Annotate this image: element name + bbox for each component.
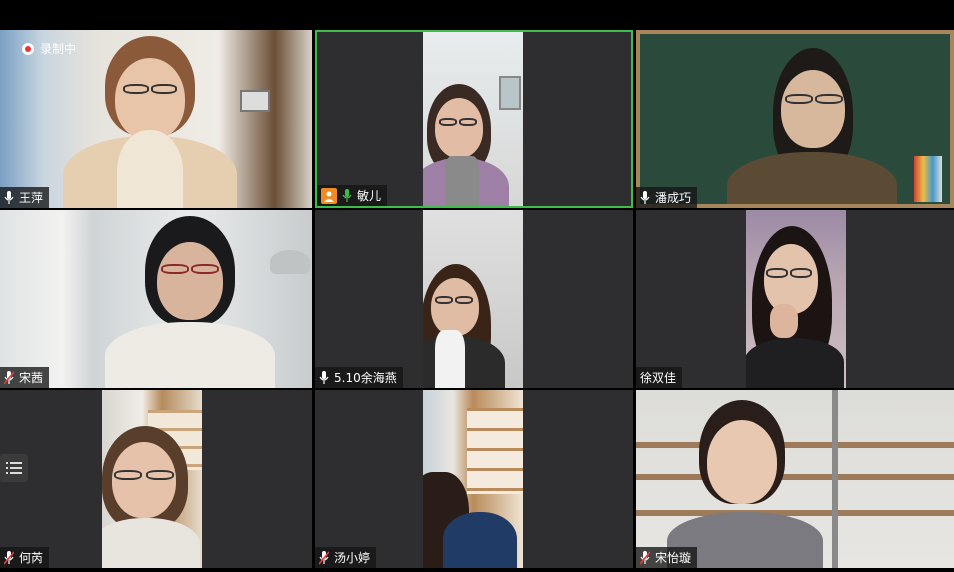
video-tile-yuhaiyan[interactable]: 5.10余海燕: [315, 210, 633, 388]
participant-image: [746, 226, 844, 388]
name-label: 王萍: [0, 187, 50, 208]
video-feed: [636, 30, 954, 208]
video-tile-miner[interactable]: 敏儿: [315, 30, 633, 208]
microphone-icon: [319, 370, 329, 384]
microphone-icon: [4, 190, 14, 204]
participant-name: 5.10余海燕: [334, 371, 397, 385]
wall-switch: [240, 90, 270, 112]
recording-label: 录制中: [40, 42, 77, 56]
video-grid: 录制中 王萍 敏儿 潘成巧 宋茜 5.10余海燕 徐双佳 何芮 汤小婷 宋怡璇: [0, 30, 954, 570]
participant-image: [663, 400, 833, 568]
name-label: 潘成巧: [636, 187, 698, 208]
name-label: 何芮: [0, 547, 50, 568]
participant-image: [63, 36, 237, 208]
participant-name: 何芮: [19, 551, 44, 565]
video-tile-tangxiaoting[interactable]: 汤小婷: [315, 390, 633, 568]
video-feed: [102, 390, 202, 568]
participant-name: 徐双佳: [640, 371, 677, 385]
participant-image: [423, 84, 515, 206]
microphone-muted-icon: [640, 550, 650, 565]
name-label: 5.10余海燕: [315, 367, 403, 388]
participant-image: [102, 426, 200, 568]
video-tile-herui[interactable]: 何芮: [0, 390, 312, 568]
list-icon: [6, 462, 22, 474]
video-tile-songyixuan[interactable]: 宋怡璇: [636, 390, 954, 568]
name-label: 徐双佳: [636, 367, 683, 388]
video-feed: [423, 32, 523, 206]
participant-name: 敏儿: [357, 189, 382, 203]
top-bar: [0, 0, 954, 28]
participant-list-button[interactable]: [0, 454, 28, 482]
video-feed: [746, 210, 846, 388]
participant-name: 汤小婷: [334, 551, 371, 565]
name-label: 宋怡璇: [636, 547, 698, 568]
microphone-muted-icon: [4, 550, 14, 565]
video-feed: [0, 210, 312, 388]
name-label: 汤小婷: [315, 547, 377, 568]
video-tile-songqian[interactable]: 宋茜: [0, 210, 312, 388]
video-feed: [423, 210, 523, 388]
microphone-icon: [342, 188, 352, 202]
participant-image: [727, 48, 897, 204]
participant-name: 宋茜: [19, 371, 44, 385]
video-tile-panchengqiao[interactable]: 潘成巧: [636, 30, 954, 208]
recording-indicator: 录制中: [22, 40, 76, 57]
microphone-icon: [640, 190, 650, 204]
record-icon: [22, 42, 34, 55]
video-feed: [423, 390, 523, 568]
microphone-muted-icon: [4, 370, 14, 385]
participant-image: [105, 216, 275, 388]
participant-name: 潘成巧: [655, 191, 692, 205]
participant-name: 宋怡璇: [655, 551, 692, 565]
participant-name: 王萍: [19, 191, 44, 205]
video-feed: [636, 390, 954, 568]
name-label: 宋茜: [0, 367, 50, 388]
video-tile-wangping[interactable]: 录制中 王萍: [0, 30, 312, 208]
ceiling-lamp: [270, 250, 310, 274]
participant-image: [423, 472, 517, 568]
name-label: 敏儿: [317, 185, 388, 206]
participant-image: [423, 264, 511, 388]
video-tile-xushuangjia[interactable]: 徐双佳: [636, 210, 954, 388]
bookshelf: [914, 156, 942, 202]
avatar-icon: [321, 187, 337, 204]
microphone-muted-icon: [319, 550, 329, 565]
